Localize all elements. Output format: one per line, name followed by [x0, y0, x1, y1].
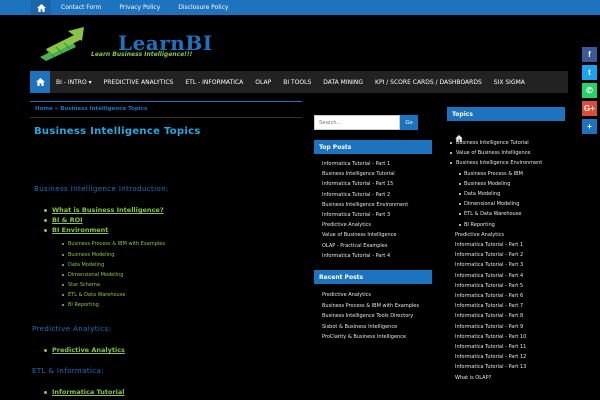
topic-item[interactable]: Business Intelligence Environment [449, 160, 542, 166]
top-post-item[interactable]: Informatica Tutorial - Part 3 [322, 212, 390, 218]
nav-item-etl-informatica[interactable]: ETL - INFORMATICA [179, 71, 249, 93]
nav-item-olap[interactable]: OLAP [249, 71, 277, 93]
recent-post-item[interactable]: Business Process & IBM with Examples [322, 303, 419, 309]
topic-item[interactable]: Predictive Analytics [455, 232, 504, 238]
topic-item[interactable]: Informatica Tutorial - Part 10 [455, 334, 526, 340]
page-title: Business Intelligence Topics [34, 126, 201, 137]
recent-post-item[interactable]: ProClarity & Business Intelligence [322, 334, 406, 340]
nav-item-data-mining[interactable]: DATA MINING [317, 71, 369, 93]
topic-item[interactable]: Informatica Tutorial - Part 4 [455, 273, 523, 279]
search-input[interactable] [314, 115, 400, 130]
top-post-item[interactable]: Predictive Analytics [322, 222, 371, 228]
twitter-icon[interactable]: t [582, 65, 597, 80]
topic-item[interactable]: What is OLAP? [455, 375, 491, 381]
top-post-item[interactable]: Informatica Tutorial - Part 15 [322, 181, 393, 187]
topic-item[interactable]: Data Modeling [458, 191, 500, 197]
topic-item[interactable]: Informatica Tutorial - Part 12 [455, 354, 526, 360]
topic-item[interactable]: ETL & Data Warehouse [458, 211, 521, 217]
section-heading-etl: ETL & Informatica: [32, 367, 105, 375]
google-plus-icon[interactable]: G+ [582, 101, 597, 116]
home-icon [36, 3, 46, 12]
nav-item-predictive-analytics[interactable]: PREDICTIVE ANALYTICS [98, 71, 180, 93]
divider [30, 101, 302, 102]
nav-home-button[interactable] [30, 71, 50, 93]
top-bar: Contact Form Privacy Policy Disclosure P… [0, 0, 600, 15]
contact-form-link[interactable]: Contact Form [61, 4, 101, 11]
topic-item[interactable]: Informatica Tutorial - Part 13 [455, 364, 526, 370]
link-etl-data-warehouse[interactable]: ETL & Data Warehouse [61, 292, 125, 298]
whatsapp-icon[interactable]: ✆ [582, 83, 597, 98]
nav-item-bi-tools[interactable]: BI TOOLS [277, 71, 317, 93]
topic-item[interactable]: Informatica Tutorial - Part 1 [455, 242, 523, 248]
link-dimensional-modeling[interactable]: Dimensional Modeling [61, 272, 123, 278]
topic-item[interactable]: Business Modeling [458, 181, 510, 187]
topic-item[interactable]: BI Reporting [459, 222, 495, 228]
link-bi-roi[interactable]: BI & ROI [44, 216, 83, 224]
topic-item[interactable]: Informatica Tutorial - Part 2 [455, 252, 523, 258]
topic-item[interactable]: Informatica Tutorial - Part 11 [455, 344, 526, 350]
topic-item[interactable]: Informatica Tutorial - Part 9 [455, 324, 523, 330]
topic-item[interactable]: Value of Business Intelligence [449, 150, 530, 156]
link-business-modeling[interactable]: Business Modeling [61, 252, 114, 258]
top-post-item[interactable]: Business Intelligence Tutorial [322, 171, 395, 177]
link-bi-environment[interactable]: BI Environment [43, 226, 108, 234]
nav-item-six-sigma[interactable]: SIX SIGMA [488, 71, 531, 93]
recent-post-item[interactable]: Sisbot & Business Intelligence [322, 324, 397, 330]
link-bi-reporting[interactable]: BI Reporting [62, 302, 99, 308]
top-post-item[interactable]: Informatica Tutorial - Part 1 [322, 161, 390, 167]
top-post-item[interactable]: Informatica Tutorial - Part 4 [322, 253, 390, 259]
recent-post-item[interactable]: Predictive Analytics [322, 292, 371, 298]
home-icon [35, 78, 45, 86]
nav-item-kpi[interactable]: KPI / SCORE CARDS / DASHBOARDS [369, 71, 488, 93]
topic-item[interactable]: Dimensional Modeling [458, 201, 519, 207]
recent-posts-header: Recent Posts [314, 270, 432, 284]
topic-item[interactable]: Informatica Tutorial - Part 8 [455, 313, 523, 319]
link-predictive-analytics[interactable]: Predictive Analytics [44, 346, 125, 354]
link-star-schema[interactable]: Star Schema [62, 282, 100, 288]
search-go-button[interactable]: Go [400, 115, 418, 130]
top-post-item[interactable]: Business Intelligence Environment [322, 202, 408, 208]
top-post-item[interactable]: OLAP - Practical Examples [322, 243, 388, 249]
topic-item[interactable]: Informatica Tutorial - Part 3 [455, 262, 523, 268]
top-post-item[interactable]: Informatica Tutorial - Part 2 [322, 192, 390, 198]
breadcrumb[interactable]: Home » Business Intelligence Topics [35, 106, 147, 112]
topic-item[interactable]: Business Process & IBM [459, 171, 523, 177]
section-heading-predictive: Predictive Analytics: [32, 325, 112, 333]
link-business-process[interactable]: Business Process & IBM with Examples [62, 241, 165, 247]
disclosure-policy-link[interactable]: Disclosure Policy [178, 4, 228, 11]
topic-item[interactable]: Informatica Tutorial - Part 7 [455, 303, 523, 309]
topic-item[interactable]: Informatica Tutorial - Part 6 [455, 293, 523, 299]
site-logo[interactable]: LearnBI Learn Business Intelligence!!! [38, 27, 238, 63]
privacy-policy-link[interactable]: Privacy Policy [119, 4, 160, 11]
nav-item-bi-intro[interactable]: BI - INTRO ▾ [50, 71, 98, 93]
logo-tagline: Learn Business Intelligence!!! [91, 51, 193, 58]
recent-post-item[interactable]: Business Intelligence Tools Directory [322, 313, 413, 319]
link-data-modeling[interactable]: Data Modeling [61, 262, 104, 268]
top-post-item[interactable]: Value of Business Intelligence [322, 232, 396, 238]
topic-item[interactable]: Informatica Tutorial - Part 5 [455, 283, 523, 289]
main-nav: BI - INTRO ▾ PREDICTIVE ANALYTICS ETL - … [30, 71, 568, 93]
top-posts-header: Top Posts [314, 140, 432, 154]
link-informatica-tutorial[interactable]: Informatica Tutorial [44, 388, 125, 396]
divider [30, 117, 302, 118]
section-heading-bi-intro: Business Intelligence Introduction: [34, 185, 169, 193]
link-what-is-bi[interactable]: What is Business Intelligence? [44, 206, 164, 214]
topics-header: Topics [447, 107, 565, 121]
top-home-button[interactable] [31, 0, 51, 15]
facebook-icon[interactable]: f [582, 47, 597, 62]
topic-item[interactable]: Business Intelligence Tutorial [450, 140, 529, 146]
share-icon[interactable]: + [582, 119, 597, 134]
